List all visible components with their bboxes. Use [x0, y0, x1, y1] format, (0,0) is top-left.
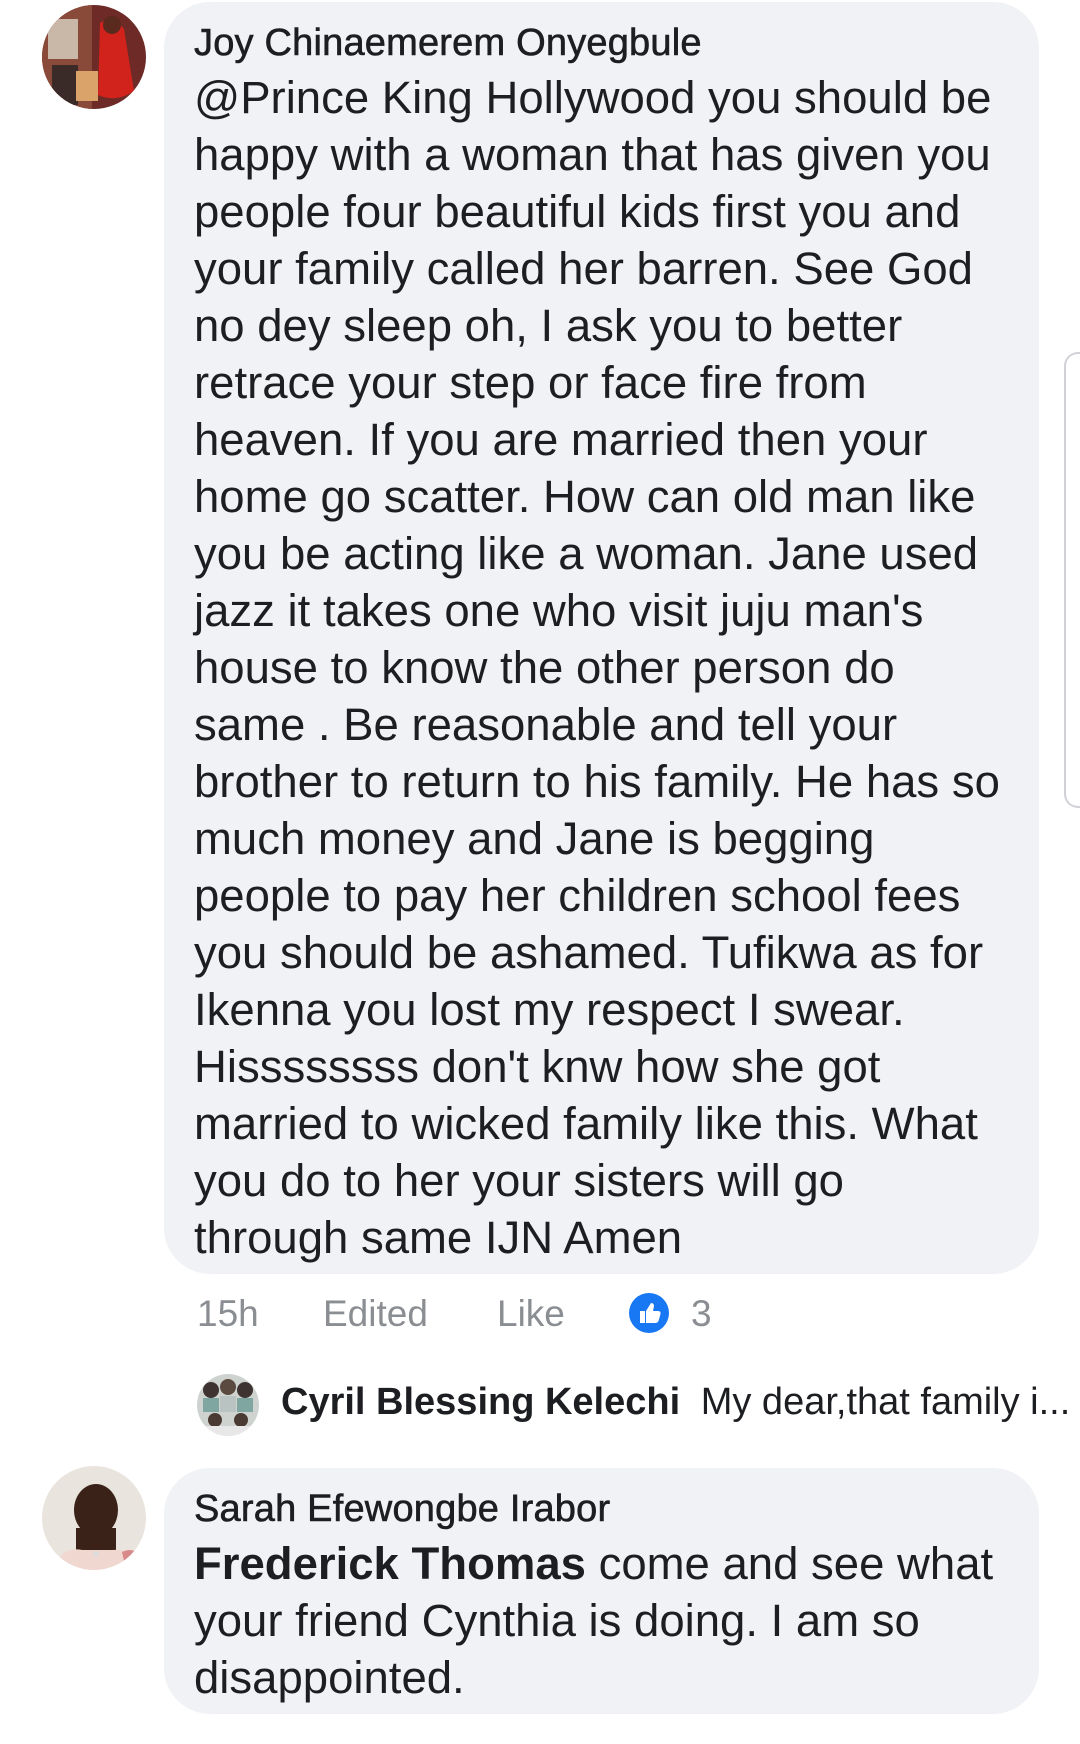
comment-bubble: Sarah Efewongbe Irabor Frederick Thomas … [164, 1468, 1039, 1714]
comment-line: heaven. If you are married then your [194, 414, 928, 465]
comment-body: @Prince King Hollywood you should be hap… [194, 69, 1000, 1266]
reply-author-name[interactable]: Cyril Blessing Kelechi [281, 1381, 680, 1423]
comment-line: Frederick Thomas come and see what [194, 1535, 993, 1592]
mention-link[interactable]: Frederick Thomas [194, 1538, 586, 1589]
comment-line: disappointed. [194, 1652, 465, 1703]
comment-line: you should be ashamed. Tufikwa as for [194, 927, 984, 978]
comment-line: your friend Cynthia is doing. I am so [194, 1595, 920, 1646]
reaction-count[interactable]: 3 [691, 1293, 712, 1335]
comment-line: retrace your step or face fire from [194, 357, 867, 408]
comment-line: your family called her barren. See God [194, 243, 973, 294]
comment-line: you do to her your sisters will go [194, 1155, 844, 1206]
commenter-avatar[interactable] [42, 1466, 146, 1570]
comment-line: Ikenna you lost my respect I swear. [194, 984, 905, 1035]
comment-line: house to know the other person do [194, 642, 895, 693]
comment-line: people four beautiful kids first you and [194, 186, 961, 237]
comment-meta-row: 15h Edited Like 3 [197, 1293, 797, 1343]
reply-preview[interactable]: Cyril Blessing Kelechi My dear,that fami… [281, 1381, 1070, 1424]
comment-line-rest: come and see what [585, 1538, 994, 1589]
like-button[interactable]: Like [497, 1293, 565, 1335]
comment-line: people to pay her children school fees [194, 870, 961, 921]
commenter-avatar[interactable] [42, 5, 146, 109]
comment-line: through same IJN Amen [194, 1212, 683, 1263]
comment-line: no dey sleep oh, I ask you to better [194, 300, 903, 351]
comment-line: brother to return to his family. He has … [194, 756, 1000, 807]
reply-avatar[interactable] [197, 1374, 259, 1436]
comment-line: Hissssssss don't knw how she got [194, 1041, 881, 1092]
comment-line: home go scatter. How can old man like [194, 471, 976, 522]
comment-timestamp[interactable]: 15h [197, 1293, 259, 1335]
comment-body: Frederick Thomas come and see what your … [194, 1535, 993, 1706]
comment-line: jazz it takes one who visit juju man's [194, 585, 924, 636]
comment-author-name[interactable]: Joy Chinaemerem Onyegbule [194, 22, 702, 65]
comment-line: same . Be reasonable and tell your [194, 699, 898, 750]
edited-label[interactable]: Edited [323, 1293, 428, 1335]
reply-snippet[interactable]: My dear,that family i... [701, 1381, 1071, 1423]
thumbs-up-icon[interactable] [629, 1293, 669, 1333]
comment-author-name[interactable]: Sarah Efewongbe Irabor [194, 1488, 611, 1531]
comment-line: happy with a woman that has given you [194, 129, 991, 180]
comment-line: married to wicked family like this. What [194, 1098, 978, 1149]
comment-bubble: Joy Chinaemerem Onyegbule @Prince King H… [164, 2, 1039, 1274]
comment-line: much money and Jane is begging [194, 813, 875, 864]
comment-line: you be acting like a woman. Jane used [194, 528, 979, 579]
comment-line: @Prince King Hollywood you should be [194, 72, 992, 123]
scroll-handle[interactable] [1064, 352, 1080, 808]
